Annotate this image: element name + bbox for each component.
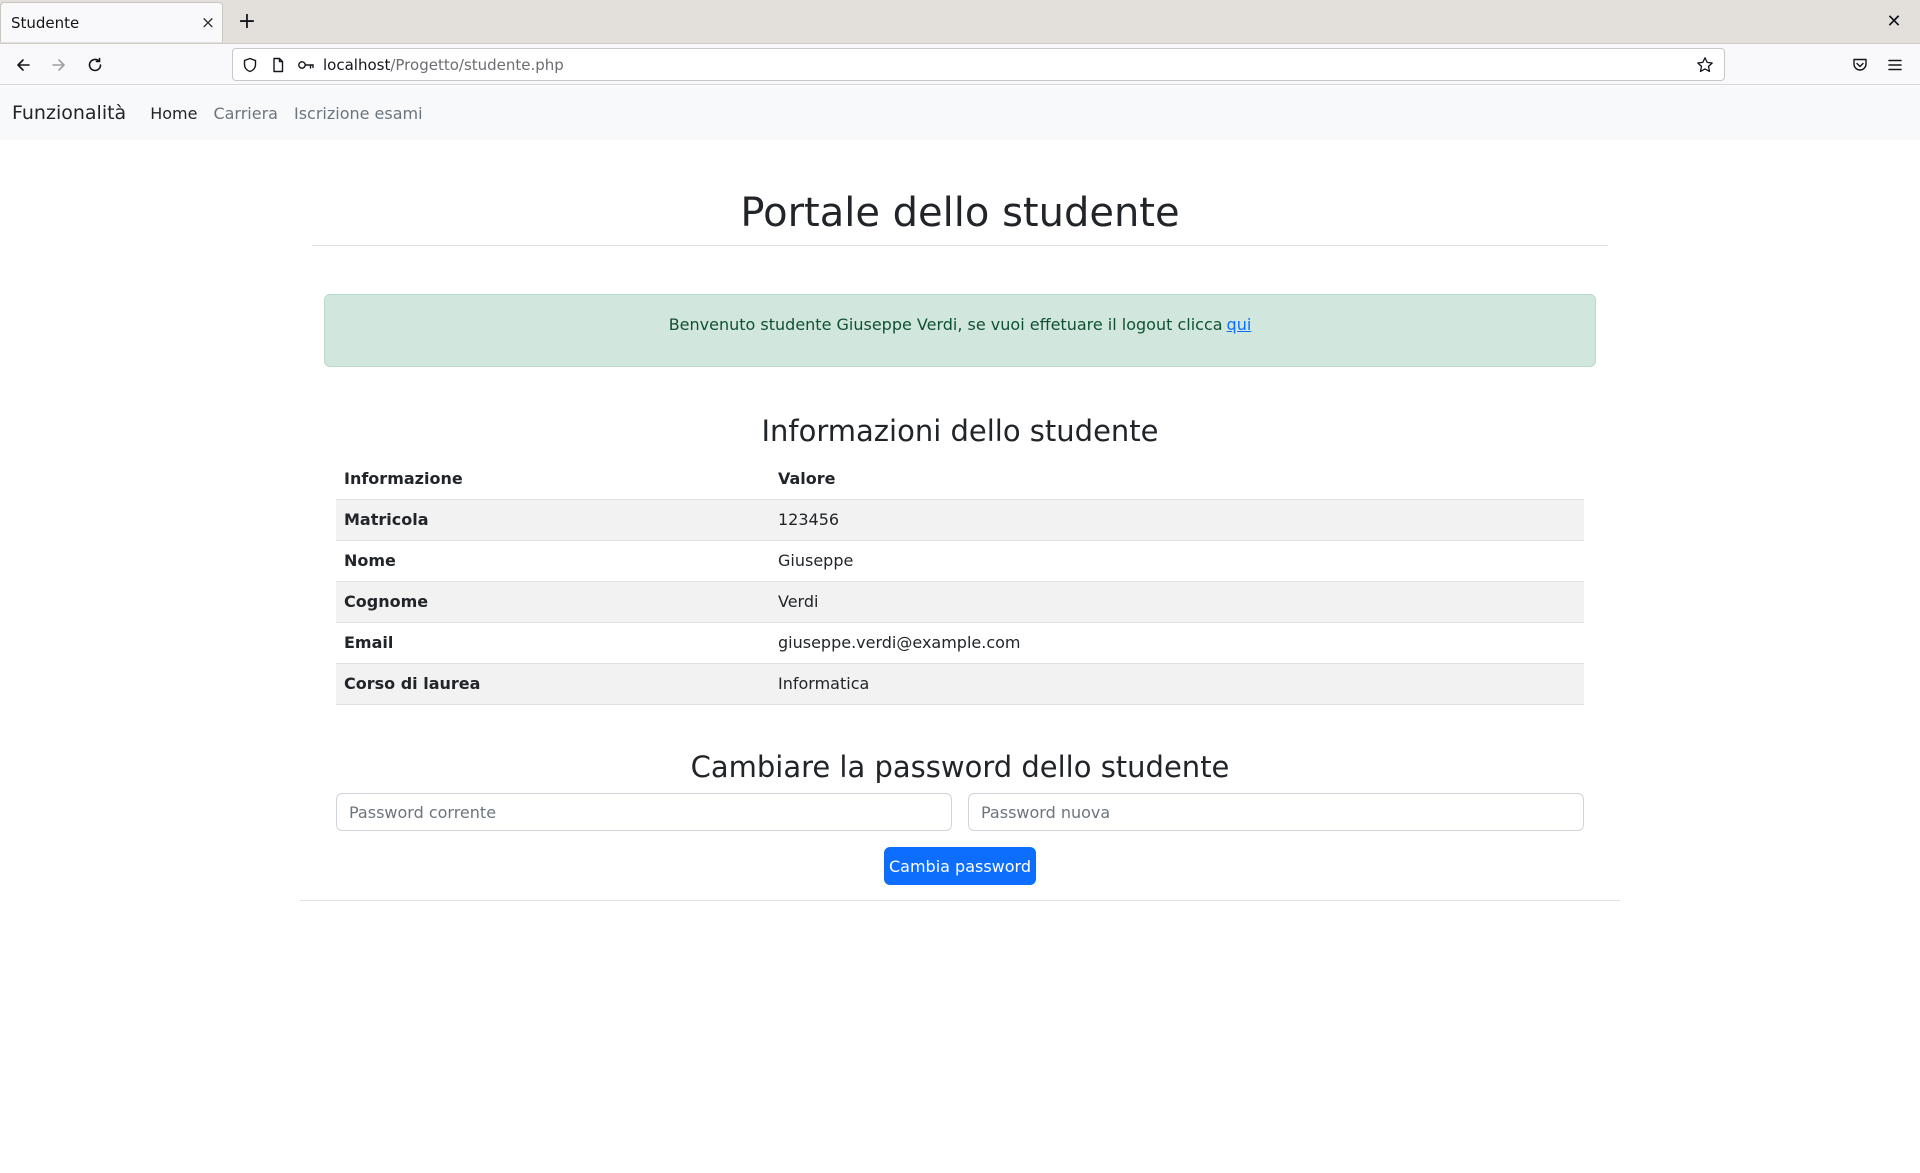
change-password-button[interactable]: Cambia password [884, 847, 1036, 885]
back-button[interactable] [8, 50, 38, 80]
reload-button[interactable] [80, 50, 110, 80]
url-text[interactable]: localhost/Progetto/studente.php [323, 56, 1690, 74]
row-label: Corso di laurea [336, 663, 770, 705]
url-path: /Progetto/studente.php [390, 55, 564, 74]
row-label: Cognome [336, 581, 770, 623]
nav-link-home[interactable]: Home [150, 104, 197, 123]
row-label: Email [336, 622, 770, 664]
new-tab-button[interactable]: + [233, 8, 261, 36]
window-close-icon[interactable]: ✕ [1880, 8, 1908, 36]
browser-tab-bar: Studente × + ✕ [0, 0, 1920, 44]
welcome-text: Benvenuto studente Giuseppe Verdi, se vu… [668, 315, 1223, 334]
row-label: Matricola [336, 499, 770, 541]
menu-button[interactable] [1880, 50, 1910, 80]
browser-toolbar: localhost/Progetto/studente.php [0, 44, 1920, 85]
title-divider [312, 245, 1608, 246]
logout-link[interactable]: qui [1227, 315, 1252, 334]
hamburger-menu-icon [1888, 59, 1902, 71]
new-password-input[interactable] [968, 793, 1584, 831]
student-info-title: Informazioni dello studente [761, 414, 1159, 448]
forward-arrow-icon [52, 59, 65, 71]
tab-title: Studente [11, 13, 80, 32]
password-section-title: Cambiare la password dello studente [690, 750, 1230, 784]
tab-close-icon[interactable]: × [194, 13, 222, 33]
page-icon[interactable] [267, 54, 289, 76]
pocket-button[interactable] [1845, 50, 1875, 80]
key-icon[interactable] [295, 54, 317, 76]
row-value: giuseppe.verdi@example.com [770, 622, 1584, 664]
pocket-icon [1853, 58, 1867, 71]
browser-tab[interactable]: Studente × [0, 2, 223, 42]
table-header-row: Informazione Valore [336, 458, 1584, 500]
table-row: Matricola 123456 [336, 499, 1584, 541]
row-value: Verdi [770, 581, 1584, 623]
nav-link-iscrizione-esami[interactable]: Iscrizione esami [294, 104, 423, 123]
bottom-divider [300, 900, 1620, 901]
url-host: localhost [323, 55, 391, 74]
welcome-alert: Benvenuto studente Giuseppe Verdi, se vu… [324, 294, 1596, 367]
table-row: Cognome Verdi [336, 581, 1584, 623]
bookmark-star-icon[interactable] [1690, 50, 1720, 80]
table-header-informazione: Informazione [336, 458, 770, 500]
table-header-valore: Valore [770, 458, 1584, 500]
site-navbar: Funzionalità Home Carriera Iscrizione es… [0, 86, 1920, 140]
page-title: Portale dello studente [740, 190, 1180, 236]
nav-link-carriera[interactable]: Carriera [213, 104, 278, 123]
row-label: Nome [336, 540, 770, 582]
table-row: Nome Giuseppe [336, 540, 1584, 582]
back-arrow-icon [17, 59, 30, 71]
student-info-table: Informazione Valore Matricola 123456 Nom… [336, 458, 1584, 705]
url-bar[interactable]: localhost/Progetto/studente.php [232, 48, 1725, 81]
current-password-input[interactable] [336, 793, 952, 831]
row-value: Informatica [770, 663, 1584, 705]
forward-button[interactable] [44, 50, 74, 80]
row-value: 123456 [770, 499, 1584, 541]
shield-icon[interactable] [239, 54, 261, 76]
table-row: Corso di laurea Informatica [336, 663, 1584, 705]
reload-icon [88, 57, 102, 72]
row-value: Giuseppe [770, 540, 1584, 582]
table-row: Email giuseppe.verdi@example.com [336, 622, 1584, 664]
navbar-brand[interactable]: Funzionalità [12, 102, 126, 124]
